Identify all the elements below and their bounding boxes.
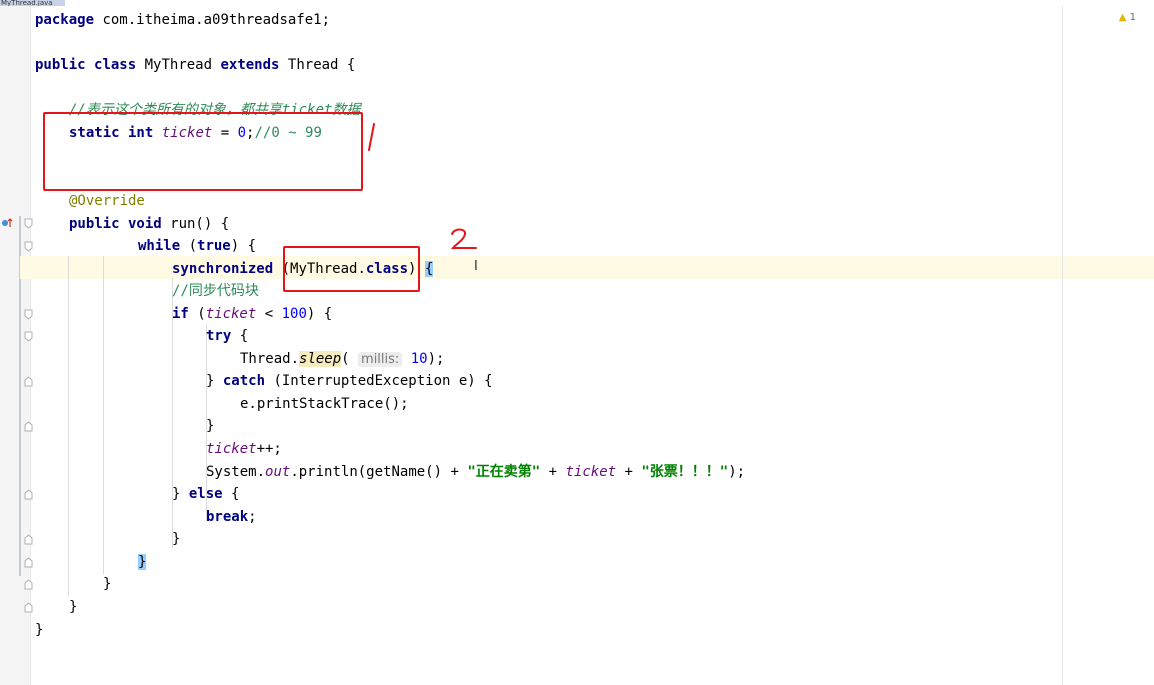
keyword: class [94, 57, 137, 73]
svg-text:1: 1 [366, 122, 367, 123]
code-line: } catch (InterruptedException e) { [206, 370, 493, 392]
code-text: System. [206, 464, 266, 480]
code-line: while (true) { [138, 235, 256, 257]
matching-brace: } [138, 554, 147, 570]
field-reference: ticket [206, 441, 257, 457]
code-editor[interactable]: package com.itheima.a09threadsafe1; publ… [31, 6, 1062, 685]
code-text: } [103, 576, 112, 592]
code-text: } [172, 486, 189, 502]
code-text: Thread { [279, 57, 356, 73]
matching-brace: { [424, 261, 434, 277]
code-text: com.itheima.a09threadsafe1; [94, 12, 331, 28]
svg-text:2: 2 [448, 226, 449, 227]
keyword: public void [69, 216, 162, 232]
code-line: @Override [69, 190, 145, 212]
number-literal: 100 [281, 306, 307, 322]
code-text: run() { [161, 216, 230, 232]
keyword: package [35, 12, 95, 28]
annotation-mark-2: 2 [448, 226, 477, 249]
code-line: } [138, 551, 147, 573]
code-line: //同步代码块 [172, 280, 259, 302]
keyword: public [35, 57, 86, 73]
text-cursor-icon: I [474, 259, 478, 274]
indent-guide [103, 256, 104, 574]
override-method-icon[interactable] [1, 217, 13, 229]
code-line: Thread.sleep( millis: 10); [240, 348, 444, 370]
keyword: else [188, 486, 223, 502]
annotation: @Override [69, 193, 145, 209]
code-text: { [231, 328, 249, 344]
code-text: ) { [306, 306, 333, 322]
highlight-box-lock-object [283, 246, 420, 292]
code-text: ); [728, 464, 746, 480]
code-line: public class MyThread extends Thread { [35, 54, 355, 76]
code-line: break; [206, 506, 257, 528]
code-line: System.out.println(getName() + "正在卖第" + … [206, 461, 745, 483]
code-text: .println(getName() + [290, 464, 468, 480]
warning-count: 1 [1129, 12, 1136, 23]
keyword: extends [220, 57, 280, 73]
code-line: package com.itheima.a09threadsafe1; [35, 9, 330, 31]
field-reference: ticket [565, 464, 617, 480]
code-text: } [69, 599, 78, 615]
code-line: e.printStackTrace(); [240, 393, 409, 415]
code-line: } [206, 415, 214, 437]
parameter-hint: millis: [358, 352, 403, 367]
keyword: synchronized [172, 261, 274, 277]
code-text: } [206, 418, 215, 434]
warning-icon: ▲ [1118, 12, 1127, 23]
code-text: ( [341, 351, 359, 367]
keyword: try [206, 328, 232, 344]
code-text: ( [180, 238, 198, 254]
code-text: ( [188, 306, 206, 322]
code-text: e.printStackTrace(); [240, 396, 409, 412]
code-line: } [69, 596, 77, 618]
code-text: Thread. [240, 351, 300, 367]
code-line: } else { [172, 483, 239, 505]
code-text: ++; [256, 441, 282, 457]
annotation-mark-1: 1 [366, 122, 375, 151]
keyword: true [197, 238, 231, 254]
inspection-widget[interactable]: ▲ 1 [1119, 12, 1136, 23]
code-line: ticket++; [206, 438, 282, 460]
keyword: catch [222, 373, 266, 389]
highlight-box-static-field [43, 112, 363, 191]
code-text: } [206, 373, 223, 389]
code-text: + [540, 464, 566, 480]
code-line: public void run() { [69, 213, 229, 235]
code-comment: //同步代码块 [172, 283, 259, 299]
string-literal: "张票！！！" [641, 464, 729, 480]
code-text: { [222, 486, 240, 502]
code-text: < [256, 306, 282, 322]
keyword: while [138, 238, 181, 254]
static-method-call: sleep [299, 351, 342, 367]
code-line: } [35, 619, 43, 641]
field-reference: ticket [205, 306, 257, 322]
code-text: ; [248, 509, 257, 525]
keyword: if [172, 306, 189, 322]
code-text: MyThread [136, 57, 221, 73]
indent-guide [68, 256, 69, 596]
keyword: break [206, 509, 249, 525]
code-line: } [103, 573, 111, 595]
code-text: } [35, 622, 44, 638]
code-line: if (ticket < 100) { [172, 303, 332, 325]
code-text: ) { [230, 238, 257, 254]
code-line: } [172, 528, 180, 550]
code-text: } [172, 531, 181, 547]
code-line: try { [206, 325, 248, 347]
code-text: ); [427, 351, 445, 367]
code-text: + [616, 464, 642, 480]
right-margin-line [1062, 6, 1063, 685]
string-literal: "正在卖第" [467, 464, 541, 480]
static-field: out [265, 464, 291, 480]
code-text: (InterruptedException e) { [265, 373, 493, 389]
number-literal: 10 [402, 351, 428, 367]
